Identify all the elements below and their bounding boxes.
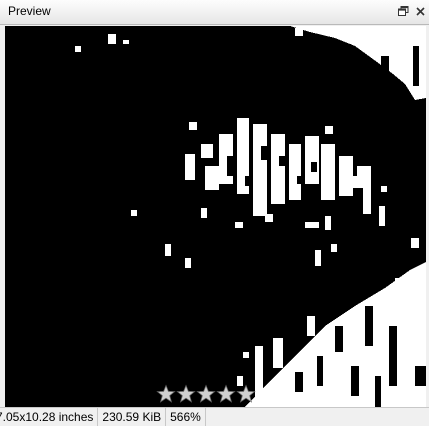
- star-icon[interactable]: [196, 384, 216, 404]
- preview-image: [5, 26, 426, 407]
- image-dimensions: 7.05x10.28 inches: [0, 408, 99, 426]
- close-icon: [415, 6, 425, 16]
- panel-titlebar: Preview: [0, 0, 429, 25]
- star-icon[interactable]: [216, 384, 236, 404]
- image-preview[interactable]: [5, 26, 426, 407]
- restore-window-button[interactable]: [396, 4, 410, 18]
- status-bar: 7.05x10.28 inches 230.59 KiB 566%: [0, 407, 429, 426]
- star-icon[interactable]: [176, 384, 196, 404]
- restore-window-icon: [397, 6, 408, 16]
- panel-title: Preview: [8, 4, 51, 18]
- star-rating[interactable]: [156, 384, 256, 406]
- close-panel-button[interactable]: [413, 4, 427, 18]
- zoom-level: 566%: [166, 408, 206, 426]
- file-size: 230.59 KiB: [98, 408, 167, 426]
- star-icon[interactable]: [156, 384, 176, 404]
- star-icon[interactable]: [236, 384, 256, 404]
